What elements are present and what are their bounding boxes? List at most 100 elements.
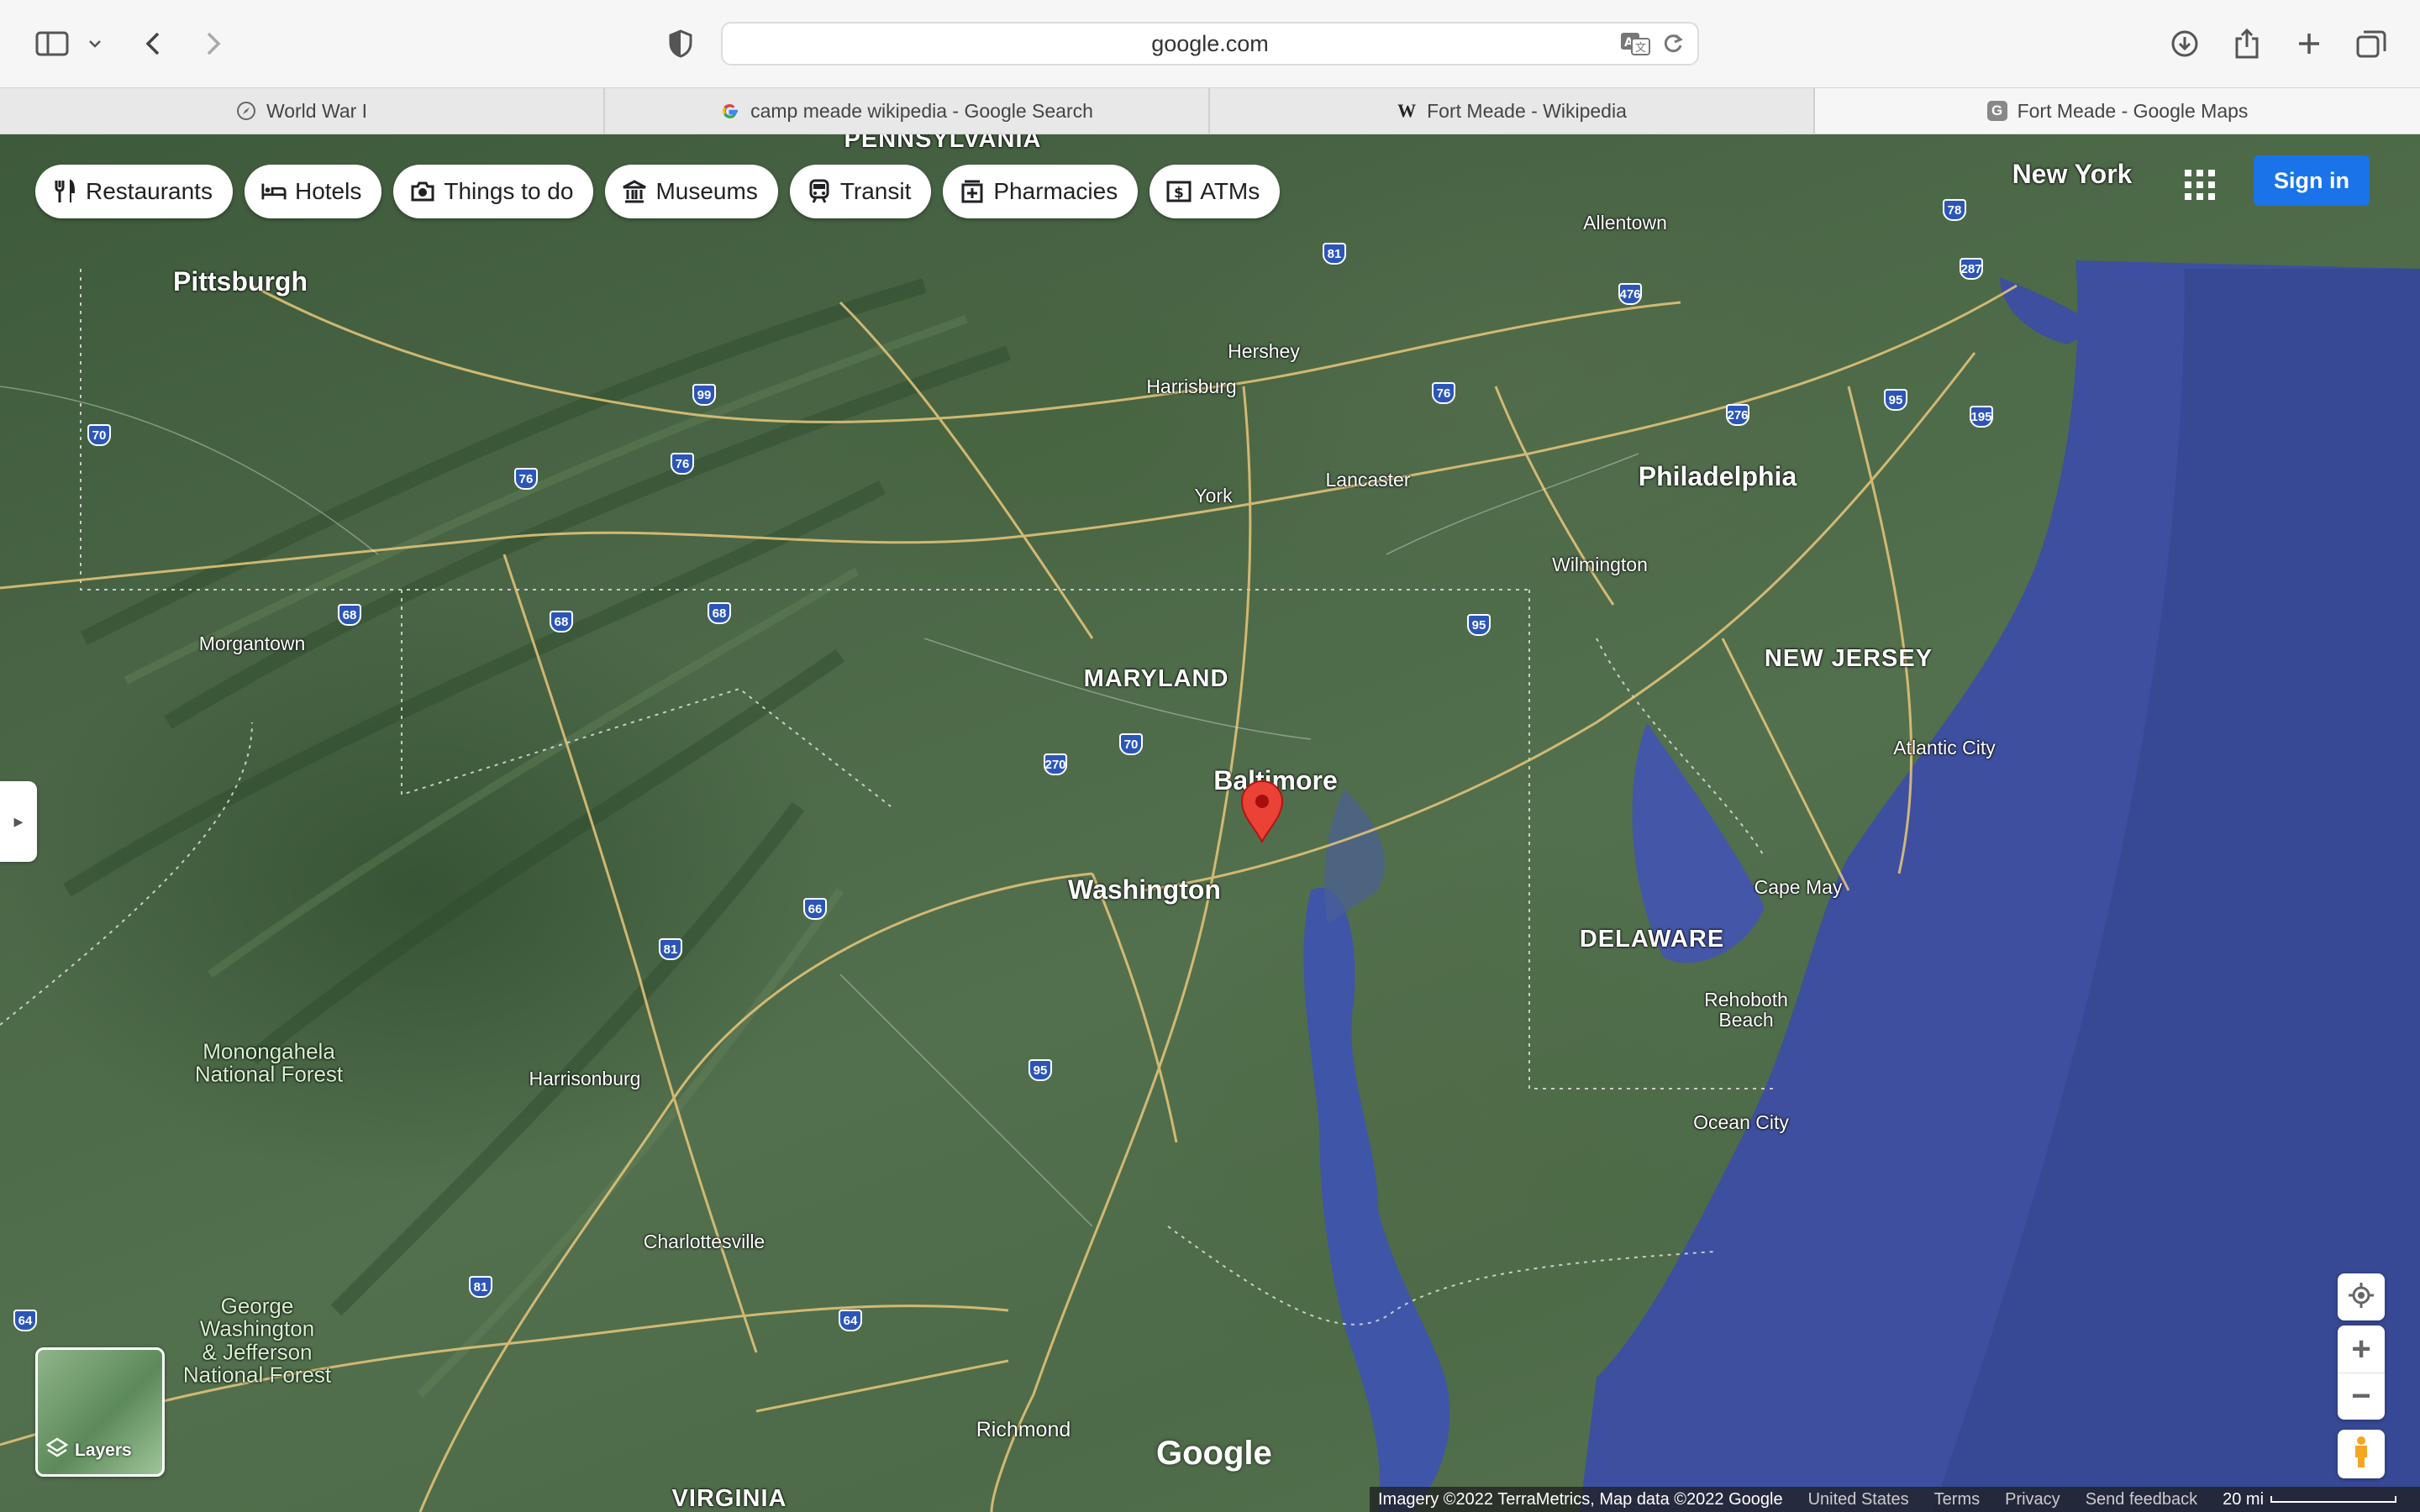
chip-label: Transit [839,178,912,204]
zoom-out-button[interactable]: − [2338,1373,2385,1420]
reload-icon[interactable] [1662,32,1684,60]
back-icon[interactable] [138,22,168,66]
restaurants-chip[interactable]: Restaurants [35,165,233,218]
forward-icon[interactable] [198,22,229,66]
interstate-shield: 64 [839,1310,862,1331]
place-label: York [1194,484,1233,507]
interstate-shield: 68 [338,604,361,626]
tab-title: Fort Meade - Google Maps [2017,99,2249,122]
google-logo: Google [1156,1435,1272,1472]
svg-text:$: $ [1174,185,1184,202]
place-label: Charlottesville [643,1230,765,1252]
tab-wikipedia[interactable]: W Fort Meade - Wikipedia [1210,88,1815,134]
chevron-right-icon: ▸ [13,811,24,832]
interstate-shield: 81 [659,938,682,960]
interstate-shield: 287 [1960,258,1983,280]
google-icon [720,101,740,121]
map-canvas[interactable]: Restaurants Hotels Things to do Museums … [0,134,2420,1512]
layers-label: Layers [75,1441,132,1460]
place-label: Washington [1068,874,1221,906]
place-label: Wilmington [1552,553,1648,575]
chip-label: Restaurants [86,178,213,204]
place-label: PENNSYLVANIA [844,134,1042,153]
zoom-controls: + − [2338,1326,2385,1420]
map-attribution: Imagery ©2022 TerraMetrics, Map data ©20… [1370,1487,2420,1512]
scale-indicator[interactable]: 20 mi [2223,1490,2397,1509]
new-tab-icon[interactable] [2292,22,2326,66]
hotels-chip[interactable]: Hotels [244,165,382,218]
tab-google-maps[interactable]: G Fort Meade - Google Maps [1815,88,2420,134]
tab-world-war-i[interactable]: World War I [0,88,605,134]
zoom-in-button[interactable]: + [2338,1326,2385,1373]
tab-overview-icon[interactable] [2354,22,2388,66]
place-label: Richmond [976,1417,1071,1441]
interstate-shield: 95 [1884,389,1907,411]
camera-icon [410,179,435,204]
tab-bar: World War I camp meade wikipedia - Googl… [0,87,2420,134]
place-label: MARYLAND [1083,664,1229,692]
send-feedback-link[interactable]: Send feedback [2086,1490,2197,1509]
chip-label: ATMs [1200,178,1260,204]
location-pin-icon[interactable] [1239,780,1286,844]
atms-chip[interactable]: $ ATMs [1150,165,1281,218]
layers-icon [45,1437,69,1464]
sign-in-button[interactable]: Sign in [2254,155,2370,206]
interstate-shield: 68 [708,602,731,624]
place-label: Hershey [1228,339,1300,362]
place-label: Monongahela National Forest [194,1038,344,1087]
place-label: Harrisonburg [529,1067,641,1089]
compass-icon [236,101,256,121]
chip-label: Museums [655,178,758,204]
svg-text:文: 文 [1635,42,1646,55]
street-view-pegman[interactable] [2338,1430,2385,1478]
museums-chip[interactable]: Museums [605,165,778,218]
interstate-shield: 76 [1432,382,1455,404]
privacy-link[interactable]: Privacy [2005,1490,2060,1509]
tab-google-search[interactable]: camp meade wikipedia - Google Search [605,88,1210,134]
place-label: Morgantown [198,632,306,654]
place-label: George Washington & Jefferson National F… [182,1293,332,1388]
privacy-shield-icon[interactable] [664,22,697,66]
google-apps-icon[interactable] [2185,170,2215,200]
category-chips: Restaurants Hotels Things to do Museums … [35,165,1281,218]
browser-toolbar: google.com A文 [0,0,2420,87]
interstate-shield: 81 [469,1276,492,1298]
address-bar[interactable]: google.com A文 [721,22,1699,66]
interstate-shield: 64 [13,1310,37,1331]
place-label: Atlantic City [1893,736,1996,759]
translate-icon[interactable]: A文 [1620,32,1650,60]
interstate-shield: 95 [1467,614,1491,636]
country-link[interactable]: United States [1808,1490,1909,1509]
chip-label: Things to do [444,178,574,204]
wikipedia-icon: W [1397,100,1417,121]
sidebar-toggle-icon[interactable] [32,22,72,66]
interstate-shield: 76 [671,453,694,475]
place-label: Philadelphia [1638,461,1797,492]
satellite-imagery [0,260,2420,1512]
tab-title: camp meade wikipedia - Google Search [750,99,1093,122]
pharmacies-chip[interactable]: Pharmacies [943,165,1139,218]
downloads-icon[interactable] [2168,22,2202,66]
scale-bar [2270,1496,2397,1503]
place-label: NEW JERSEY [1764,644,1933,672]
tab-title: Fort Meade - Wikipedia [1427,99,1627,122]
interstate-shield: 76 [514,468,538,490]
transit-chip[interactable]: Transit [789,165,932,218]
tab-title: World War I [266,99,368,122]
interstate-shield: 66 [803,898,827,920]
interstate-shield: 476 [1618,283,1642,305]
terms-link[interactable]: Terms [1934,1490,1980,1509]
place-label: DELAWARE [1579,925,1725,953]
interstate-shield: 195 [1970,406,1993,428]
pegman-icon [2352,1436,2370,1473]
interstate-shield: 81 [1323,243,1346,265]
chevron-down-icon[interactable] [84,22,106,66]
interstate-shield: 70 [87,424,111,446]
interstate-shield: 70 [1119,733,1143,755]
share-icon[interactable] [2230,22,2264,66]
layers-button[interactable]: Layers [35,1347,165,1477]
my-location-button[interactable] [2338,1273,2385,1320]
crosshair-icon [2348,1282,2375,1313]
expand-side-panel-button[interactable]: ▸ [0,781,37,862]
things-to-do-chip[interactable]: Things to do [393,165,594,218]
